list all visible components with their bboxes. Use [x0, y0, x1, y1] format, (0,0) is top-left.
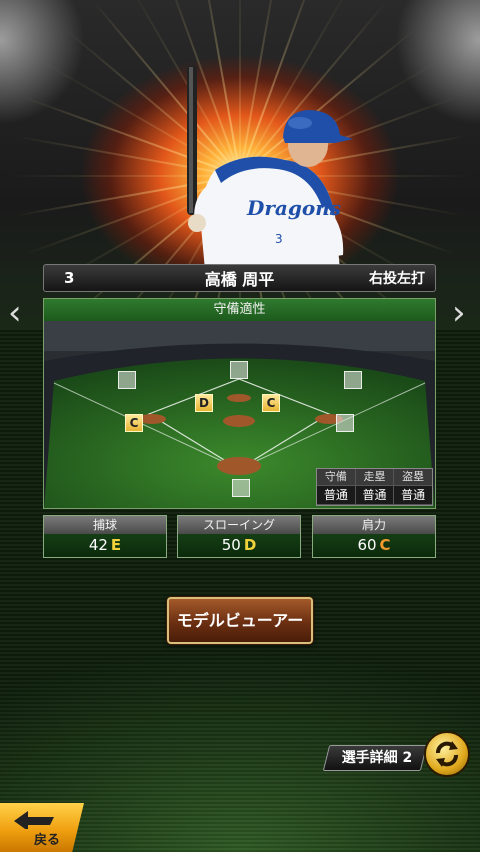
position-first-base — [336, 414, 354, 432]
back-arrow-icon — [14, 811, 54, 829]
table-value-defense: 普通 — [317, 486, 355, 504]
position-left-field — [118, 371, 136, 389]
stat-catching: 捕球 42 E — [43, 515, 167, 558]
defense-aptitude-panel: 守備適性 C C D 守備 走塁 盗塁 普通 普通 普通 — [43, 298, 436, 509]
stat-grade: D — [243, 536, 257, 554]
table-header-stealing: 盗塁 — [394, 469, 432, 485]
stat-grade: E — [110, 536, 122, 554]
table-value-running: 普通 — [355, 486, 394, 504]
stat-value: 50 — [221, 536, 241, 554]
stat-grade: C — [379, 536, 391, 554]
stat-throwing: スローイング 50 D — [177, 515, 301, 558]
table-header-defense: 守備 — [317, 469, 355, 485]
position-catcher — [232, 479, 250, 497]
model-viewer-button[interactable]: モデルビューアー — [167, 597, 313, 644]
stat-value-row: 50 D — [178, 534, 300, 557]
position-second-base: C — [262, 394, 280, 412]
stat-value: 60 — [357, 536, 377, 554]
next-player-arrow[interactable]: › — [452, 296, 466, 330]
stat-label: 肩力 — [313, 516, 435, 534]
table-value-stealing: 普通 — [394, 486, 432, 504]
handedness: 右投左打 — [369, 271, 425, 287]
position-center-field — [230, 361, 248, 379]
table-header-running: 走塁 — [355, 469, 394, 485]
stat-label: スローイング — [178, 516, 300, 534]
stat-arm-strength: 肩力 60 C — [312, 515, 436, 558]
refresh-icon[interactable] — [424, 731, 470, 777]
svg-text:Dragons: Dragons — [246, 196, 341, 220]
back-label[interactable]: 戻る — [34, 829, 60, 848]
player-header-bar: 3 高橋 周平 右投左打 — [43, 264, 436, 292]
position-right-field — [344, 371, 362, 389]
prev-player-arrow[interactable]: ‹ — [8, 296, 22, 330]
player-image: Dragons 3 — [187, 65, 353, 270]
player-detail-2-label[interactable]: 選手詳細 2 — [332, 746, 422, 770]
position-shortstop: D — [195, 394, 213, 412]
running-defense-table: 守備 走塁 盗塁 普通 普通 普通 — [316, 468, 433, 506]
defense-aptitude-title: 守備適性 — [44, 299, 435, 322]
stat-value-row: 60 C — [313, 534, 435, 557]
stat-label: 捕球 — [44, 516, 166, 534]
position-third-base: C — [125, 414, 143, 432]
stat-value-row: 42 E — [44, 534, 166, 557]
stat-value: 42 — [88, 536, 108, 554]
svg-text:3: 3 — [275, 232, 283, 246]
